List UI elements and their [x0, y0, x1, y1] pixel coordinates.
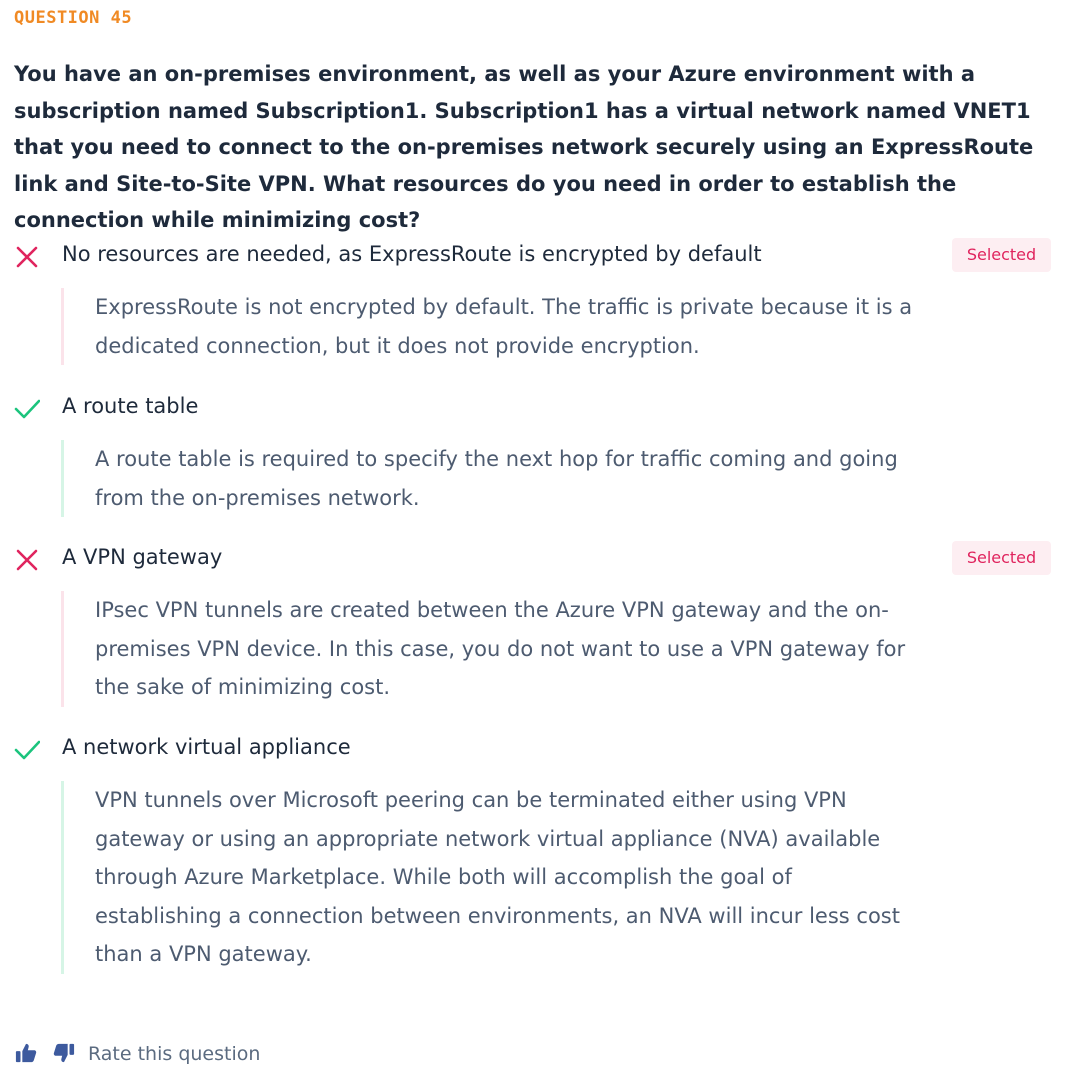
- question-number: QUESTION 45: [14, 8, 133, 28]
- option-explanation: IPsec VPN tunnels are created between th…: [61, 591, 925, 707]
- selected-badge: Selected: [952, 541, 1051, 575]
- question-text: You have an on-premises environment, as …: [14, 62, 1034, 232]
- thumbs-up-icon[interactable]: [14, 1042, 38, 1064]
- rate-question-link[interactable]: Rate this question: [88, 1043, 260, 1065]
- selected-badge: Selected: [952, 238, 1051, 272]
- option-label: No resources are needed, as ExpressRoute…: [62, 242, 762, 266]
- option-label: A network virtual appliance: [62, 735, 351, 759]
- answer-option: No resources are needed, as ExpressRoute…: [0, 238, 1083, 365]
- option-label: A VPN gateway: [62, 545, 223, 569]
- cross-icon: [16, 549, 38, 571]
- option-explanation: A route table is required to specify the…: [61, 440, 925, 517]
- option-label: A route table: [62, 394, 199, 418]
- answer-option: A network virtual appliance VPN tunnels …: [0, 731, 1083, 974]
- cross-icon: [16, 246, 38, 268]
- option-explanation: VPN tunnels over Microsoft peering can b…: [61, 781, 925, 974]
- thumbs-down-icon[interactable]: [52, 1042, 76, 1064]
- option-explanation: ExpressRoute is not encrypted by default…: [61, 288, 925, 365]
- answer-option: A route table A route table is required …: [0, 390, 1083, 517]
- check-icon: [14, 740, 40, 760]
- answer-option: A VPN gateway Selected IPsec VPN tunnels…: [0, 541, 1083, 707]
- check-icon: [14, 399, 40, 419]
